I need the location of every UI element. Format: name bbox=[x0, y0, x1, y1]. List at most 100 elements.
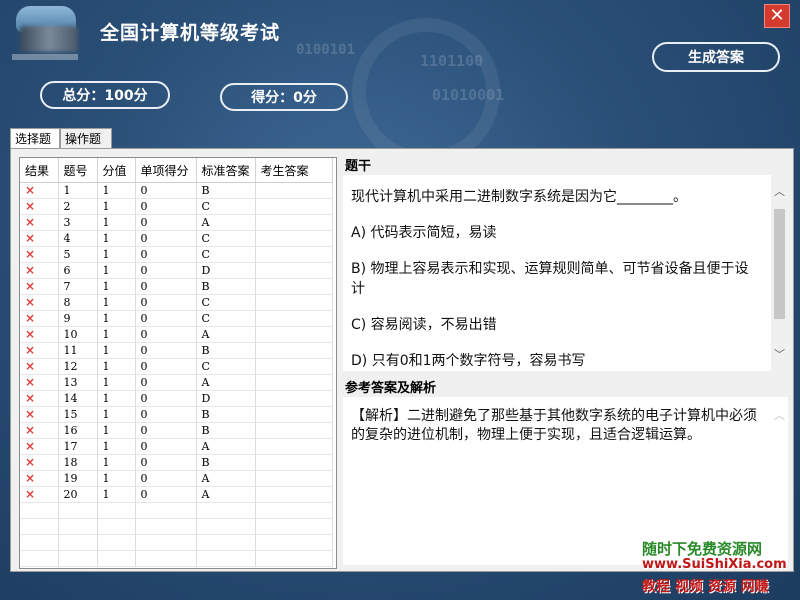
table-cell: 1 bbox=[97, 246, 136, 263]
question-scrollbar[interactable]: ︿ ﹀ bbox=[771, 175, 788, 371]
table-cell: 17 bbox=[58, 438, 98, 455]
table-row[interactable]: × 7 1 0 B bbox=[20, 278, 333, 295]
table-cell bbox=[255, 438, 333, 455]
table-row[interactable]: × 8 1 0 C bbox=[20, 294, 333, 311]
column-header-student-answer[interactable]: 考生答案 bbox=[255, 158, 333, 183]
tab-choice-questions[interactable]: 选择题 bbox=[10, 128, 60, 150]
table-cell: 1 bbox=[97, 406, 136, 423]
column-header-standard-answer[interactable]: 标准答案 bbox=[196, 158, 256, 183]
table-row[interactable]: × 1 1 0 B bbox=[20, 182, 333, 199]
table-cell: 1 bbox=[97, 454, 136, 471]
table-cell: 15 bbox=[58, 406, 98, 423]
table-cell: D bbox=[196, 262, 256, 279]
table-row[interactable]: × 17 1 0 A bbox=[20, 438, 333, 455]
table-cell: 1 bbox=[97, 198, 136, 215]
result-cell: × bbox=[20, 470, 59, 487]
table-row[interactable]: × 16 1 0 B bbox=[20, 422, 333, 439]
close-button[interactable]: ✕ bbox=[764, 4, 790, 28]
table-cell: 1 bbox=[97, 326, 136, 343]
results-table: 结果 题号 分值 单项得分 标准答案 考生答案 × 1 1 0 B × 2 1 0 C × 3 1 0 A ×… bbox=[20, 158, 333, 567]
table-row[interactable]: × 2 1 0 C bbox=[20, 198, 333, 215]
scroll-thumb[interactable] bbox=[774, 209, 785, 319]
result-cell: × bbox=[20, 486, 59, 503]
table-cell: 16 bbox=[58, 422, 98, 439]
table-row[interactable]: × 9 1 0 C bbox=[20, 310, 333, 327]
table-cell bbox=[255, 390, 333, 407]
table-row[interactable]: × 14 1 0 D bbox=[20, 390, 333, 407]
column-header-item-score[interactable]: 单项得分 bbox=[135, 158, 197, 183]
table-row[interactable]: × 4 1 0 C bbox=[20, 230, 333, 247]
empty-table-row[interactable] bbox=[20, 550, 333, 567]
table-row[interactable]: × 6 1 0 D bbox=[20, 262, 333, 279]
table-row[interactable]: × 18 1 0 B bbox=[20, 454, 333, 471]
table-row[interactable]: × 12 1 0 C bbox=[20, 358, 333, 375]
tab-operation-questions[interactable]: 操作题 bbox=[60, 128, 112, 149]
table-cell bbox=[58, 534, 98, 551]
table-cell: 0 bbox=[135, 406, 197, 423]
table-row[interactable]: × 20 1 0 A bbox=[20, 486, 333, 503]
empty-table-row[interactable] bbox=[20, 502, 333, 519]
table-cell: 14 bbox=[58, 390, 98, 407]
result-cell: × bbox=[20, 374, 59, 391]
table-cell: 1 bbox=[97, 294, 136, 311]
table-cell bbox=[196, 534, 256, 551]
chevron-up-icon[interactable]: ︿ bbox=[771, 183, 788, 200]
table-cell bbox=[135, 518, 197, 535]
result-cell: × bbox=[20, 390, 59, 407]
option-a: A) 代码表示简短，易读 bbox=[351, 225, 497, 241]
table-row[interactable]: × 3 1 0 A bbox=[20, 214, 333, 231]
table-cell: C bbox=[196, 198, 256, 215]
empty-table-row[interactable] bbox=[20, 534, 333, 551]
table-row[interactable]: × 10 1 0 A bbox=[20, 326, 333, 343]
total-score-badge: 总分：100分 bbox=[40, 81, 170, 109]
table-cell: B bbox=[196, 454, 256, 471]
table-cell bbox=[255, 358, 333, 375]
table-cell: C bbox=[196, 230, 256, 247]
table-row[interactable]: × 19 1 0 A bbox=[20, 470, 333, 487]
watermark-url: www.SuiShiXia.com bbox=[642, 557, 787, 572]
option-c: C) 容易阅读，不易出错 bbox=[351, 317, 497, 333]
result-cell: × bbox=[20, 310, 59, 327]
table-cell: B bbox=[196, 278, 256, 295]
table-cell: C bbox=[196, 294, 256, 311]
generate-answers-button[interactable]: 生成答案 bbox=[652, 42, 780, 72]
app-title: 全国计算机等级考试 bbox=[100, 22, 281, 44]
column-header-points[interactable]: 分值 bbox=[97, 158, 136, 183]
table-cell: 5 bbox=[58, 246, 98, 263]
question-text-box[interactable]: 现代计算机中采用二进制数字系统是因为它________。 A) 代码表示简短，易… bbox=[343, 175, 788, 371]
result-cell: × bbox=[20, 454, 59, 471]
watermark-line: 教程 视频 资源 网赚 bbox=[642, 579, 769, 595]
result-cell: × bbox=[20, 422, 59, 439]
table-cell: 8 bbox=[58, 294, 98, 311]
question-label: 题干 bbox=[345, 159, 372, 174]
table-cell: 1 bbox=[97, 438, 136, 455]
table-cell: 0 bbox=[135, 214, 197, 231]
table-row[interactable]: × 5 1 0 C bbox=[20, 246, 333, 263]
table-cell bbox=[135, 502, 197, 519]
table-cell: A bbox=[196, 214, 256, 231]
table-row[interactable]: × 15 1 0 B bbox=[20, 406, 333, 423]
column-header-number[interactable]: 题号 bbox=[58, 158, 98, 183]
table-cell: 0 bbox=[135, 230, 197, 247]
column-header-result[interactable]: 结果 bbox=[20, 158, 59, 183]
table-cell: 3 bbox=[58, 214, 98, 231]
results-grid[interactable]: 结果 题号 分值 单项得分 标准答案 考生答案 × 1 1 0 B × 2 1 0 C × 3 1 0 A ×… bbox=[19, 157, 337, 569]
chevron-down-icon[interactable]: ﹀ bbox=[771, 346, 788, 363]
exam-window: 0100101 1101100 01010001 全国计算机等级考试 ✕ 生成答… bbox=[0, 0, 800, 600]
binary-decoration: 1101100 bbox=[420, 52, 484, 70]
table-row[interactable]: × 13 1 0 A bbox=[20, 374, 333, 391]
table-row[interactable]: × 11 1 0 B bbox=[20, 342, 333, 359]
table-cell bbox=[97, 518, 136, 535]
table-cell: 1 bbox=[97, 230, 136, 247]
table-cell bbox=[255, 502, 333, 519]
table-cell bbox=[255, 214, 333, 231]
table-cell bbox=[255, 198, 333, 215]
table-cell: B bbox=[196, 342, 256, 359]
empty-table-row[interactable] bbox=[20, 518, 333, 535]
table-cell: A bbox=[196, 486, 256, 503]
table-cell: 19 bbox=[58, 470, 98, 487]
chevron-up-icon[interactable]: ︿ bbox=[771, 407, 788, 423]
question-content: 现代计算机中采用二进制数字系统是因为它________。 A) 代码表示简短，易… bbox=[351, 187, 761, 371]
table-cell bbox=[97, 550, 136, 567]
result-cell: × bbox=[20, 342, 59, 359]
